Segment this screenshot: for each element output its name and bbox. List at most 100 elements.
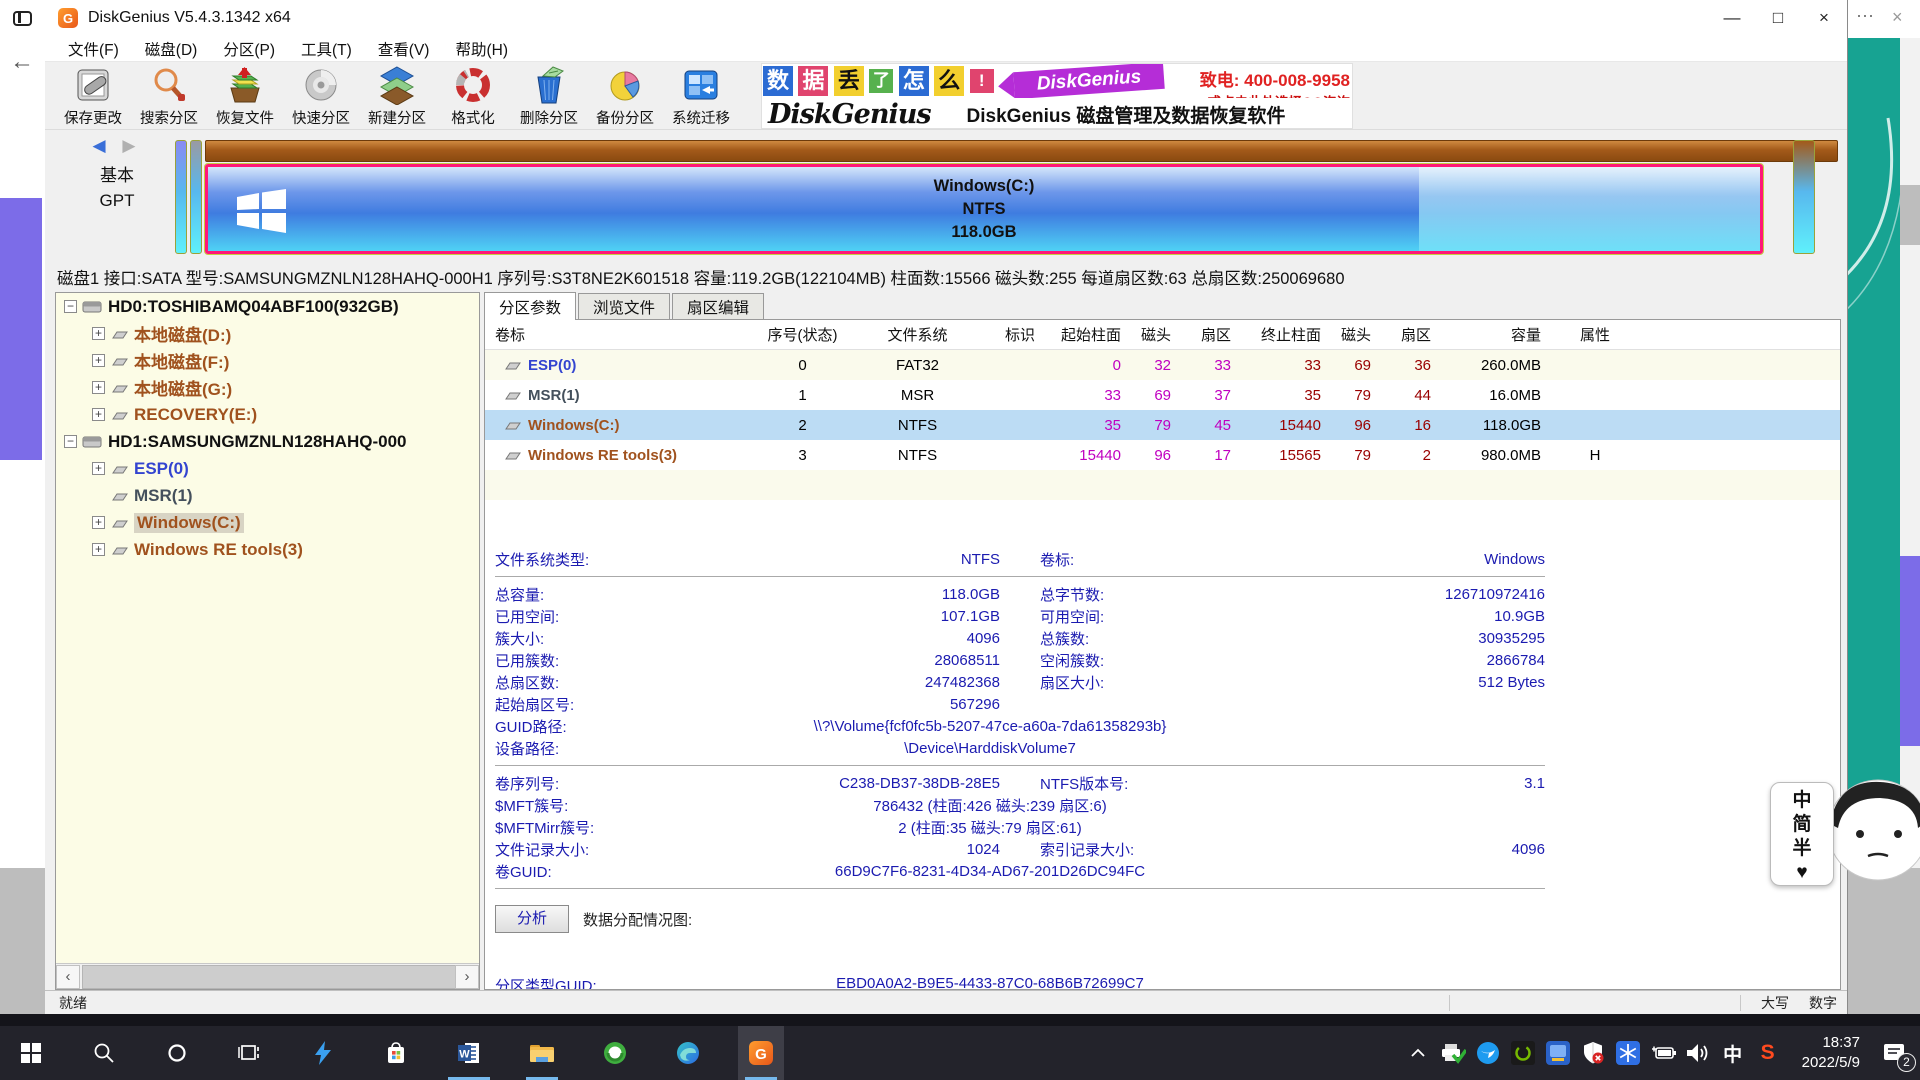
col-header[interactable]: 标识: [985, 324, 1055, 345]
quick-partition-button[interactable]: 快速分区: [283, 62, 359, 128]
table-row-msr[interactable]: MSR(1) 1 MSR 33 69 37 35 79 44 16.0MB: [485, 380, 1840, 410]
col-header[interactable]: 属性: [1555, 324, 1635, 345]
ime-status-widget[interactable]: 中 简 半 ♥: [1768, 772, 1920, 892]
partition-bar-re-tools[interactable]: [1793, 140, 1815, 254]
taskbar-search-button[interactable]: [81, 1026, 127, 1080]
col-header[interactable]: 起始柱面: [1055, 324, 1135, 345]
expand-icon[interactable]: +: [92, 462, 105, 475]
scroll-right-icon[interactable]: ›: [455, 965, 479, 989]
task-view-button[interactable]: [227, 1026, 273, 1080]
microsoft-store-button[interactable]: [373, 1026, 419, 1080]
tab-sector-edit[interactable]: 扇区编辑: [672, 293, 764, 320]
menu-disk[interactable]: 磁盘(D): [132, 38, 211, 60]
tray-snowflake-icon[interactable]: [1613, 1026, 1643, 1080]
tray-nvidia-icon[interactable]: [1508, 1026, 1538, 1080]
background-close-icon[interactable]: ×: [1892, 7, 1903, 28]
diskgenius-taskbar-button[interactable]: G: [738, 1026, 784, 1080]
tree-item-windows-re[interactable]: + Windows RE tools(3): [56, 536, 479, 563]
tray-battery-icon[interactable]: [1648, 1026, 1678, 1080]
tray-speaker-icon[interactable]: [1683, 1026, 1713, 1080]
table-row-windows-c-selected[interactable]: Windows(C:) 2 NTFS 35 79 45 15440 96 16 …: [485, 410, 1840, 440]
start-button[interactable]: [8, 1026, 54, 1080]
tree-item-recovery-e[interactable]: + RECOVERY(E:): [56, 401, 479, 428]
tree-item-disk-f[interactable]: + 本地磁盘(F:): [56, 347, 479, 374]
background-scrollbar[interactable]: [1900, 38, 1920, 868]
ime-mode-card[interactable]: 中 简 半 ♥: [1770, 782, 1834, 886]
analyze-button[interactable]: 分析: [495, 905, 569, 933]
col-header[interactable]: 卷标: [485, 324, 755, 345]
maximize-button[interactable]: □: [1755, 0, 1801, 36]
table-row-windows-re[interactable]: Windows RE tools(3) 3 NTFS 15440 96 17 1…: [485, 440, 1840, 470]
tree-item-esp[interactable]: + ESP(0): [56, 455, 479, 482]
tray-printer-icon[interactable]: [1438, 1026, 1468, 1080]
expand-icon[interactable]: +: [92, 543, 105, 556]
partition-bar-msr[interactable]: [190, 140, 202, 254]
col-header[interactable]: 序号(状态): [755, 324, 850, 345]
col-header[interactable]: 容量: [1445, 324, 1555, 345]
edge-button[interactable]: [665, 1026, 711, 1080]
tray-dingtalk-icon[interactable]: [1473, 1026, 1503, 1080]
tab-browse-files[interactable]: 浏览文件: [578, 293, 670, 320]
tree-horizontal-scrollbar[interactable]: ‹ ›: [56, 963, 479, 989]
search-partition-button[interactable]: 搜索分区: [131, 62, 207, 128]
next-disk-arrow-icon[interactable]: ▶: [122, 136, 141, 155]
new-partition-button[interactable]: 新建分区: [359, 62, 435, 128]
scrollbar-thumb[interactable]: [82, 965, 472, 989]
tray-chevron-up-icon[interactable]: [1403, 1026, 1433, 1080]
tree-item-disk-d[interactable]: + 本地磁盘(D:): [56, 320, 479, 347]
partition-bar-windows-c[interactable]: Windows(C:) NTFS 118.0GB: [205, 164, 1763, 254]
expand-icon[interactable]: +: [92, 354, 105, 367]
cell-start-cyl: 15440: [1055, 447, 1135, 464]
action-center-button[interactable]: 2: [1870, 1026, 1920, 1080]
collapse-icon[interactable]: −: [64, 435, 77, 448]
more-options-icon[interactable]: ⋯: [1856, 6, 1875, 27]
table-row-esp[interactable]: ESP(0) 0 FAT32 0 32 33 33 69 36 260.0MB: [485, 350, 1840, 380]
tree-item-windows-c[interactable]: + Windows(C:): [56, 509, 479, 536]
collapse-icon[interactable]: −: [64, 300, 77, 313]
tray-sogou-icon[interactable]: S: [1753, 1026, 1783, 1080]
scroll-left-icon[interactable]: ‹: [56, 965, 80, 989]
recover-files-button[interactable]: 恢复文件: [207, 62, 283, 128]
ad-banner[interactable]: 数 据 丢 了 怎 么 ! DiskGenius 致电: 400-008-995…: [761, 63, 1353, 129]
taskbar-clock[interactable]: 18:37 2022/5/9: [1802, 1033, 1860, 1074]
background-scrollbar-thumb[interactable]: [1900, 185, 1920, 245]
col-header[interactable]: 扇区: [1185, 324, 1245, 345]
delete-partition-button[interactable]: 删除分区: [511, 62, 587, 128]
menu-tools[interactable]: 工具(T): [288, 38, 365, 60]
expand-icon[interactable]: +: [92, 516, 105, 529]
system-migrate-button[interactable]: 系统迁移: [663, 62, 739, 128]
col-header[interactable]: 文件系统: [850, 324, 985, 345]
cortana-button[interactable]: [154, 1026, 200, 1080]
menu-partition[interactable]: 分区(P): [210, 38, 288, 60]
col-header[interactable]: 磁头: [1135, 324, 1185, 345]
tray-ime-language-indicator[interactable]: 中: [1718, 1026, 1748, 1080]
word-button[interactable]: W: [446, 1026, 492, 1080]
tree-item-hd1[interactable]: − HD1:SAMSUNGMZNLN128HAHQ-000: [56, 428, 479, 455]
col-header[interactable]: 扇区: [1385, 324, 1445, 345]
expand-icon[interactable]: +: [92, 327, 105, 340]
menu-file[interactable]: 文件(F): [55, 38, 132, 60]
expand-icon[interactable]: +: [92, 381, 105, 394]
minimize-button[interactable]: —: [1709, 0, 1755, 36]
tray-intel-graphics-icon[interactable]: [1543, 1026, 1573, 1080]
tab-partition-params[interactable]: 分区参数: [484, 292, 576, 320]
partition-bar-esp[interactable]: [175, 140, 187, 254]
col-header[interactable]: 终止柱面: [1245, 324, 1335, 345]
expand-icon[interactable]: +: [92, 408, 105, 421]
menu-help[interactable]: 帮助(H): [442, 38, 521, 60]
tree-item-disk-g[interactable]: + 本地磁盘(G:): [56, 374, 479, 401]
menu-view[interactable]: 查看(V): [365, 38, 443, 60]
tray-security-shield-icon[interactable]: [1578, 1026, 1608, 1080]
tree-item-msr[interactable]: MSR(1): [56, 482, 479, 509]
close-button[interactable]: ×: [1801, 0, 1847, 36]
green-browser-button[interactable]: [592, 1026, 638, 1080]
prev-disk-arrow-icon[interactable]: ◀: [93, 136, 112, 155]
save-changes-button[interactable]: 保存更改: [55, 62, 131, 128]
format-button[interactable]: 格式化: [435, 62, 511, 128]
flash-app-button[interactable]: [300, 1026, 346, 1080]
tree-item-hd0[interactable]: − HD0:TOSHIBAMQ04ABF100(932GB): [56, 293, 479, 320]
file-explorer-button[interactable]: [519, 1026, 565, 1080]
col-header[interactable]: 磁头: [1335, 324, 1385, 345]
back-arrow-icon[interactable]: ←: [10, 48, 34, 76]
backup-partition-button[interactable]: 备份分区: [587, 62, 663, 128]
